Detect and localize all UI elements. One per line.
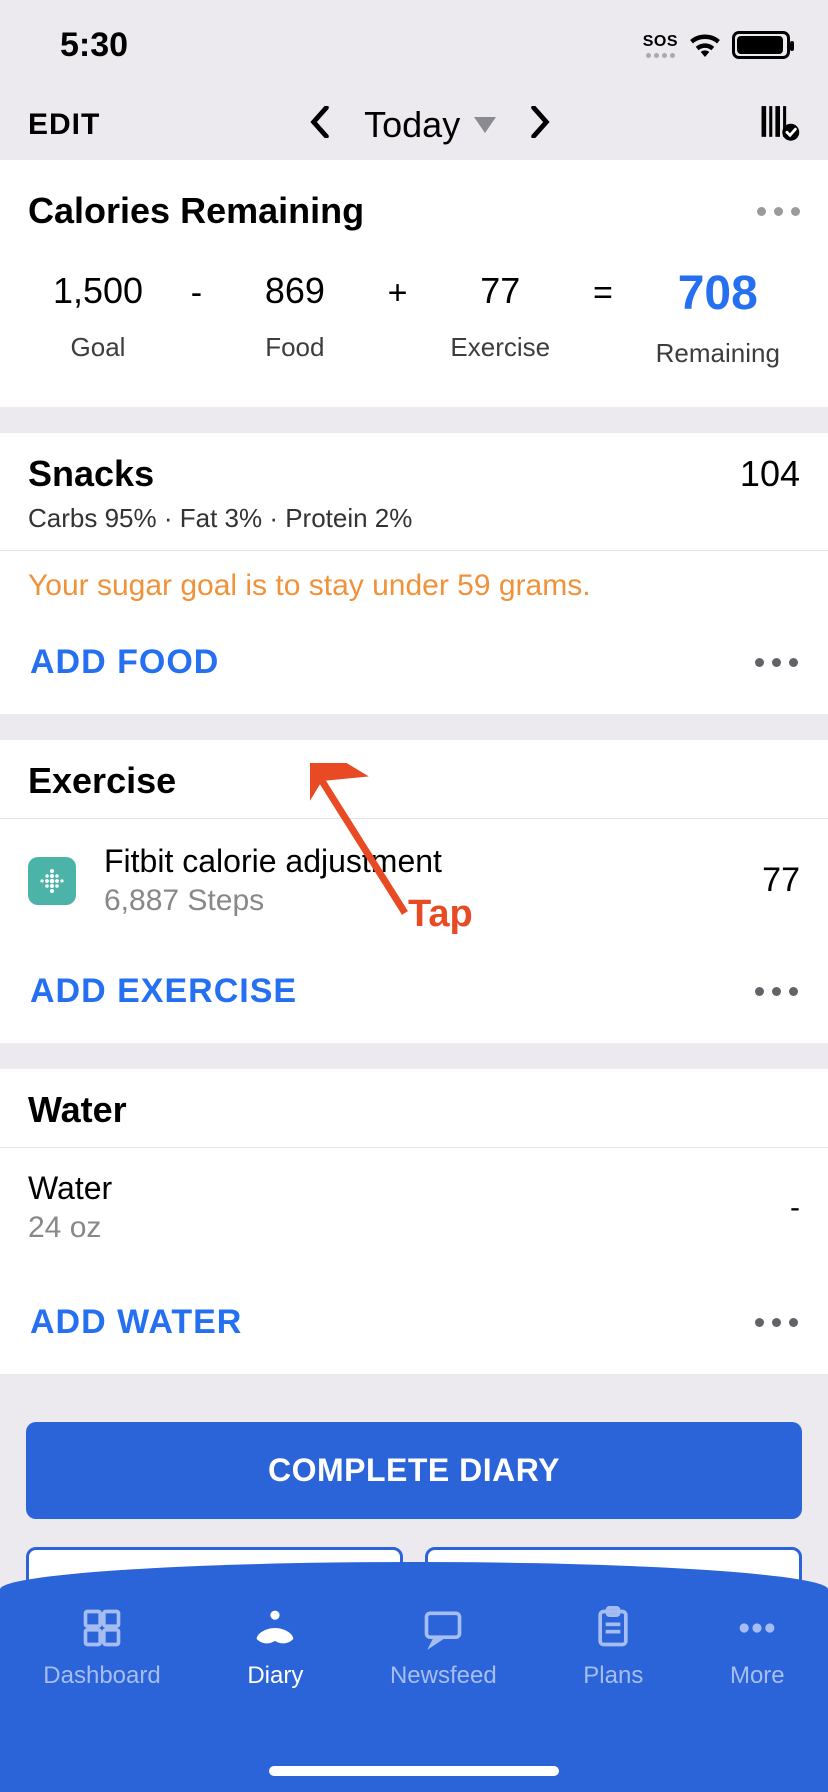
date-label: Today [364, 104, 460, 146]
goal-label: Goal [71, 332, 126, 363]
date-selector[interactable]: Today [364, 104, 496, 146]
home-indicator[interactable] [269, 1766, 559, 1776]
snacks-section: Snacks Carbs 95% · Fat 3% · Protein 2% 1… [0, 433, 828, 714]
chevron-down-icon [474, 117, 496, 133]
tab-bar: Dashboard Diary Newsfeed Plans More [0, 1562, 828, 1792]
water-section: Water Water 24 oz - ADD WATER [0, 1069, 828, 1374]
snacks-title: Snacks [28, 453, 412, 495]
add-exercise-button[interactable]: ADD EXERCISE [30, 972, 297, 1011]
exercise-value: 77 [480, 270, 520, 312]
snacks-more-button[interactable] [755, 658, 798, 667]
exercise-item-title: Fitbit calorie adjustment [104, 843, 762, 880]
exercise-item-calories: 77 [762, 861, 800, 900]
complete-diary-button[interactable]: COMPLETE DIARY [26, 1422, 802, 1519]
add-water-button[interactable]: ADD WATER [30, 1303, 242, 1342]
add-food-button[interactable]: ADD FOOD [30, 643, 219, 682]
exercise-title: Exercise [28, 760, 176, 802]
water-item-subtitle: 24 oz [28, 1211, 112, 1245]
calories-remaining-title: Calories Remaining [28, 190, 364, 232]
remaining-value: 708 [678, 270, 758, 318]
calories-remaining-card: Calories Remaining 1,500 Goal - 869 Food… [0, 160, 828, 407]
water-item[interactable]: Water 24 oz - [0, 1148, 828, 1275]
status-right: SOS [643, 31, 790, 59]
status-bar: 5:30 SOS [0, 0, 828, 90]
food-value: 869 [265, 270, 325, 312]
top-nav: EDIT Today [0, 90, 828, 160]
next-day-button[interactable] [530, 103, 550, 148]
status-time: 5:30 [60, 26, 128, 65]
exercise-section: Exercise Fitbit calorie adjustment 6,887… [0, 740, 828, 1043]
exercise-label: Exercise [450, 332, 550, 363]
goal-value: 1,500 [53, 270, 143, 312]
water-title: Water [28, 1089, 127, 1131]
sos-indicator: SOS [643, 33, 678, 58]
tab-dashboard[interactable]: Dashboard [43, 1606, 160, 1690]
tab-plans[interactable]: Plans [583, 1606, 643, 1690]
tab-diary[interactable]: Diary [247, 1606, 303, 1690]
water-item-value: - [790, 1191, 800, 1225]
water-item-title: Water [28, 1170, 112, 1207]
snacks-calories: 104 [740, 453, 800, 495]
tab-more[interactable]: More [730, 1606, 785, 1690]
snacks-macros: Carbs 95% · Fat 3% · Protein 2% [28, 503, 412, 534]
edit-button[interactable]: EDIT [28, 108, 100, 142]
exercise-item-subtitle: 6,887 Steps [104, 884, 762, 918]
exercise-more-button[interactable] [755, 987, 798, 996]
tab-newsfeed[interactable]: Newsfeed [390, 1606, 497, 1690]
exercise-item-fitbit[interactable]: Fitbit calorie adjustment 6,887 Steps 77 [0, 819, 828, 942]
sugar-goal-note: Your sugar goal is to stay under 59 gram… [0, 551, 828, 603]
food-label: Food [265, 332, 324, 363]
remaining-label: Remaining [656, 338, 780, 369]
fitbit-icon [28, 857, 76, 905]
battery-icon [732, 31, 790, 59]
water-more-button[interactable] [755, 1318, 798, 1327]
calories-more-button[interactable] [757, 207, 800, 216]
prev-day-button[interactable] [310, 103, 330, 148]
wifi-icon [688, 32, 722, 58]
barcode-scan-button[interactable] [760, 104, 800, 147]
